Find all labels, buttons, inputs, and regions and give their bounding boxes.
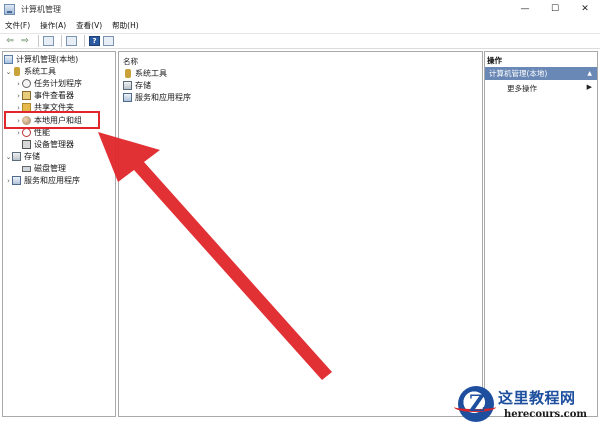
watermark-logo-letter: Z: [469, 391, 486, 417]
watermark: Z 这里教程网 herecours.com: [454, 384, 598, 428]
watermark-title: 这里教程网: [498, 389, 576, 407]
watermark-url: herecours.com: [504, 409, 588, 420]
annotation-arrow-icon: [98, 132, 332, 380]
